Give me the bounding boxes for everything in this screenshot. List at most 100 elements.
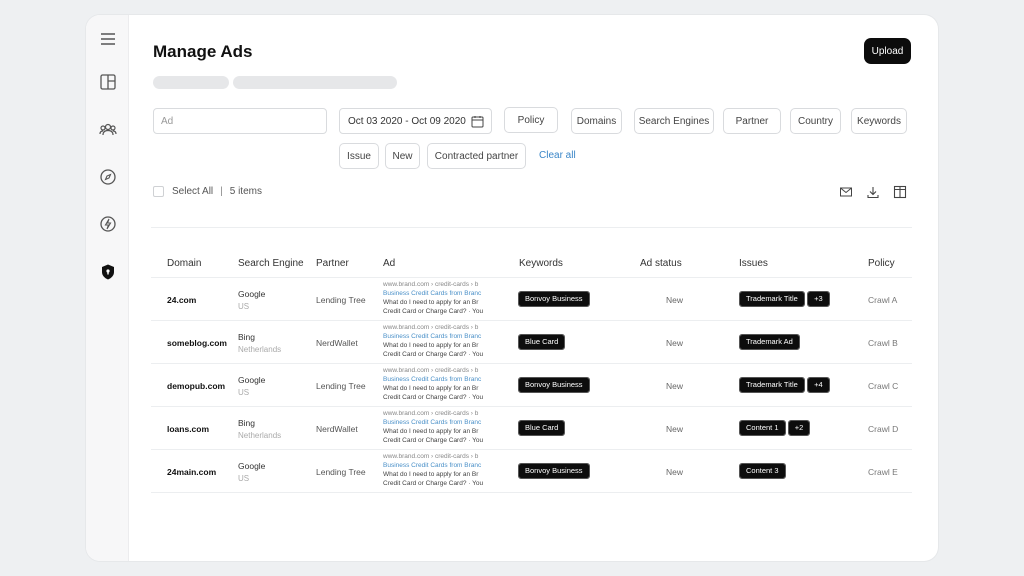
ad-url: www.brand.com › credit-cards › b [383, 324, 479, 331]
cell-search-engine: Bing Netherlands [238, 332, 281, 354]
cell-partner: NerdWallet [316, 338, 358, 348]
issue-tag[interactable]: Content 3 [739, 463, 786, 479]
issue-tag[interactable]: Trademark Ad [739, 334, 800, 350]
keyword-tag[interactable]: Bonvoy Business [518, 291, 590, 307]
header-keywords[interactable]: Keywords [519, 258, 563, 269]
cell-search-engine: Google US [238, 289, 265, 311]
cell-domain[interactable]: loans.com [167, 424, 209, 434]
cell-domain[interactable]: 24main.com [167, 467, 216, 477]
cell-domain[interactable]: someblog.com [167, 338, 227, 348]
cell-ad-preview[interactable]: www.brand.com › credit-cards › b Busines… [383, 280, 491, 316]
cell-issues: Trademark Ad [739, 334, 801, 350]
cell-partner: Lending Tree [316, 467, 366, 477]
ad-url: www.brand.com › credit-cards › b [383, 453, 479, 460]
header-policy[interactable]: Policy [868, 258, 895, 269]
engine-region: US [238, 474, 250, 483]
engine-name: Bing [238, 332, 256, 342]
header-partner[interactable]: Partner [316, 258, 349, 269]
users-icon[interactable] [98, 119, 118, 139]
shield-icon[interactable] [98, 262, 118, 282]
more-issues-badge[interactable]: +2 [787, 420, 811, 436]
menu-icon[interactable] [98, 29, 118, 49]
cell-issues: Content 1 +2 [739, 420, 811, 436]
engine-name: Google [238, 375, 266, 385]
cell-keywords: Bonvoy Business [518, 377, 591, 393]
filter-new[interactable]: New [385, 143, 420, 169]
ad-description: Credit Card or Charge Card? · You [383, 351, 484, 358]
ad-description: What do I need to apply for an Br [383, 342, 479, 349]
table-row[interactable]: 24main.com Google US Lending Tree www.br… [151, 450, 912, 493]
engine-region: Netherlands [238, 431, 282, 440]
cell-domain[interactable]: 24.com [167, 295, 196, 305]
select-all-label[interactable]: Select All [172, 186, 213, 197]
keyword-tag[interactable]: Blue Card [517, 334, 566, 350]
mail-icon[interactable] [839, 185, 853, 199]
table-row[interactable]: someblog.com Bing Netherlands NerdWallet… [151, 321, 912, 364]
header-ad-status[interactable]: Ad status [640, 258, 682, 269]
cell-ad-preview[interactable]: www.brand.com › credit-cards › b Busines… [383, 323, 491, 359]
lightning-icon[interactable] [98, 214, 118, 234]
select-all-row: Select All | 5 items [153, 186, 262, 197]
filter-contracted-partner[interactable]: Contracted partner [427, 143, 526, 169]
filter-country[interactable]: Country [790, 108, 841, 134]
sidebar [86, 15, 129, 561]
skeleton-placeholder [233, 76, 397, 89]
ad-headline-link[interactable]: Business Credit Cards from Branc [383, 375, 491, 384]
ad-status: New [666, 381, 684, 391]
filter-domains[interactable]: Domains [571, 108, 622, 134]
ad-headline-link[interactable]: Business Credit Cards from Branc [383, 418, 491, 427]
ad-headline-link[interactable]: Business Credit Cards from Branc [383, 332, 491, 341]
header-domain[interactable]: Domain [167, 258, 201, 269]
cell-domain[interactable]: demopub.com [167, 381, 225, 391]
cell-ad-preview[interactable]: www.brand.com › credit-cards › b Busines… [383, 409, 491, 445]
date-range-picker[interactable]: Oct 03 2020 - Oct 09 2020 [339, 108, 492, 134]
filter-issue[interactable]: Issue [339, 143, 379, 169]
cell-policy: Crawl E [868, 467, 898, 477]
more-issues-badge[interactable]: +3 [807, 291, 830, 307]
ad-description: What do I need to apply for an Br [383, 385, 479, 392]
upload-button[interactable]: Upload [864, 38, 911, 64]
header-search-engine[interactable]: Search Engine [238, 258, 304, 269]
clear-all-link[interactable]: Clear all [539, 150, 576, 161]
ad-url: www.brand.com › credit-cards › b [383, 367, 479, 374]
cell-issues: Content 3 [739, 463, 787, 479]
issue-tag[interactable]: Trademark Title [739, 291, 805, 307]
calendar-icon [471, 116, 484, 128]
compass-icon[interactable] [98, 167, 118, 187]
table-row[interactable]: 24.com Google US Lending Tree www.brand.… [151, 278, 912, 321]
ad-headline-link[interactable]: Business Credit Cards from Branc [383, 289, 491, 298]
header-issues[interactable]: Issues [739, 258, 768, 269]
cell-search-engine: Google US [238, 375, 265, 397]
columns-icon[interactable] [893, 185, 907, 199]
keyword-tag[interactable]: Blue Card [517, 420, 566, 436]
cell-issues: Trademark Title +4 [739, 377, 831, 393]
engine-name: Google [238, 289, 266, 299]
select-all-checkbox[interactable] [153, 186, 164, 197]
keyword-tag[interactable]: Bonvoy Business [518, 377, 590, 393]
divider [151, 227, 912, 228]
ad-search-input[interactable]: Ad [153, 108, 327, 134]
skeleton-placeholder [153, 76, 229, 89]
dashboard-icon[interactable] [98, 72, 118, 92]
more-issues-badge[interactable]: +4 [807, 377, 830, 393]
filter-policy[interactable]: Policy [504, 107, 558, 133]
keyword-tag[interactable]: Bonvoy Business [518, 463, 590, 479]
cell-ad-preview[interactable]: www.brand.com › credit-cards › b Busines… [383, 452, 491, 488]
issue-tag[interactable]: Content 1 [739, 420, 786, 436]
ad-headline-link[interactable]: Business Credit Cards from Branc [383, 461, 491, 470]
table-row[interactable]: demopub.com Google US Lending Tree www.b… [151, 364, 912, 407]
main-content: Manage Ads Upload Ad Oct 03 2020 - Oct 0… [129, 15, 938, 561]
ad-url: www.brand.com › credit-cards › b [383, 410, 479, 417]
filter-search-engines[interactable]: Search Engines [634, 108, 714, 134]
cell-ad-preview[interactable]: www.brand.com › credit-cards › b Busines… [383, 366, 491, 402]
issue-tag[interactable]: Trademark Title [739, 377, 805, 393]
table-row[interactable]: loans.com Bing Netherlands NerdWallet ww… [151, 407, 912, 450]
cell-partner: NerdWallet [316, 424, 358, 434]
ad-description: Credit Card or Charge Card? · You [383, 437, 484, 444]
header-ad[interactable]: Ad [383, 258, 395, 269]
filter-keywords[interactable]: Keywords [851, 108, 907, 134]
cell-search-engine: Google US [238, 461, 265, 483]
filter-partner[interactable]: Partner [723, 108, 781, 134]
download-icon[interactable] [866, 185, 880, 199]
ad-description: What do I need to apply for an Br [383, 428, 479, 435]
